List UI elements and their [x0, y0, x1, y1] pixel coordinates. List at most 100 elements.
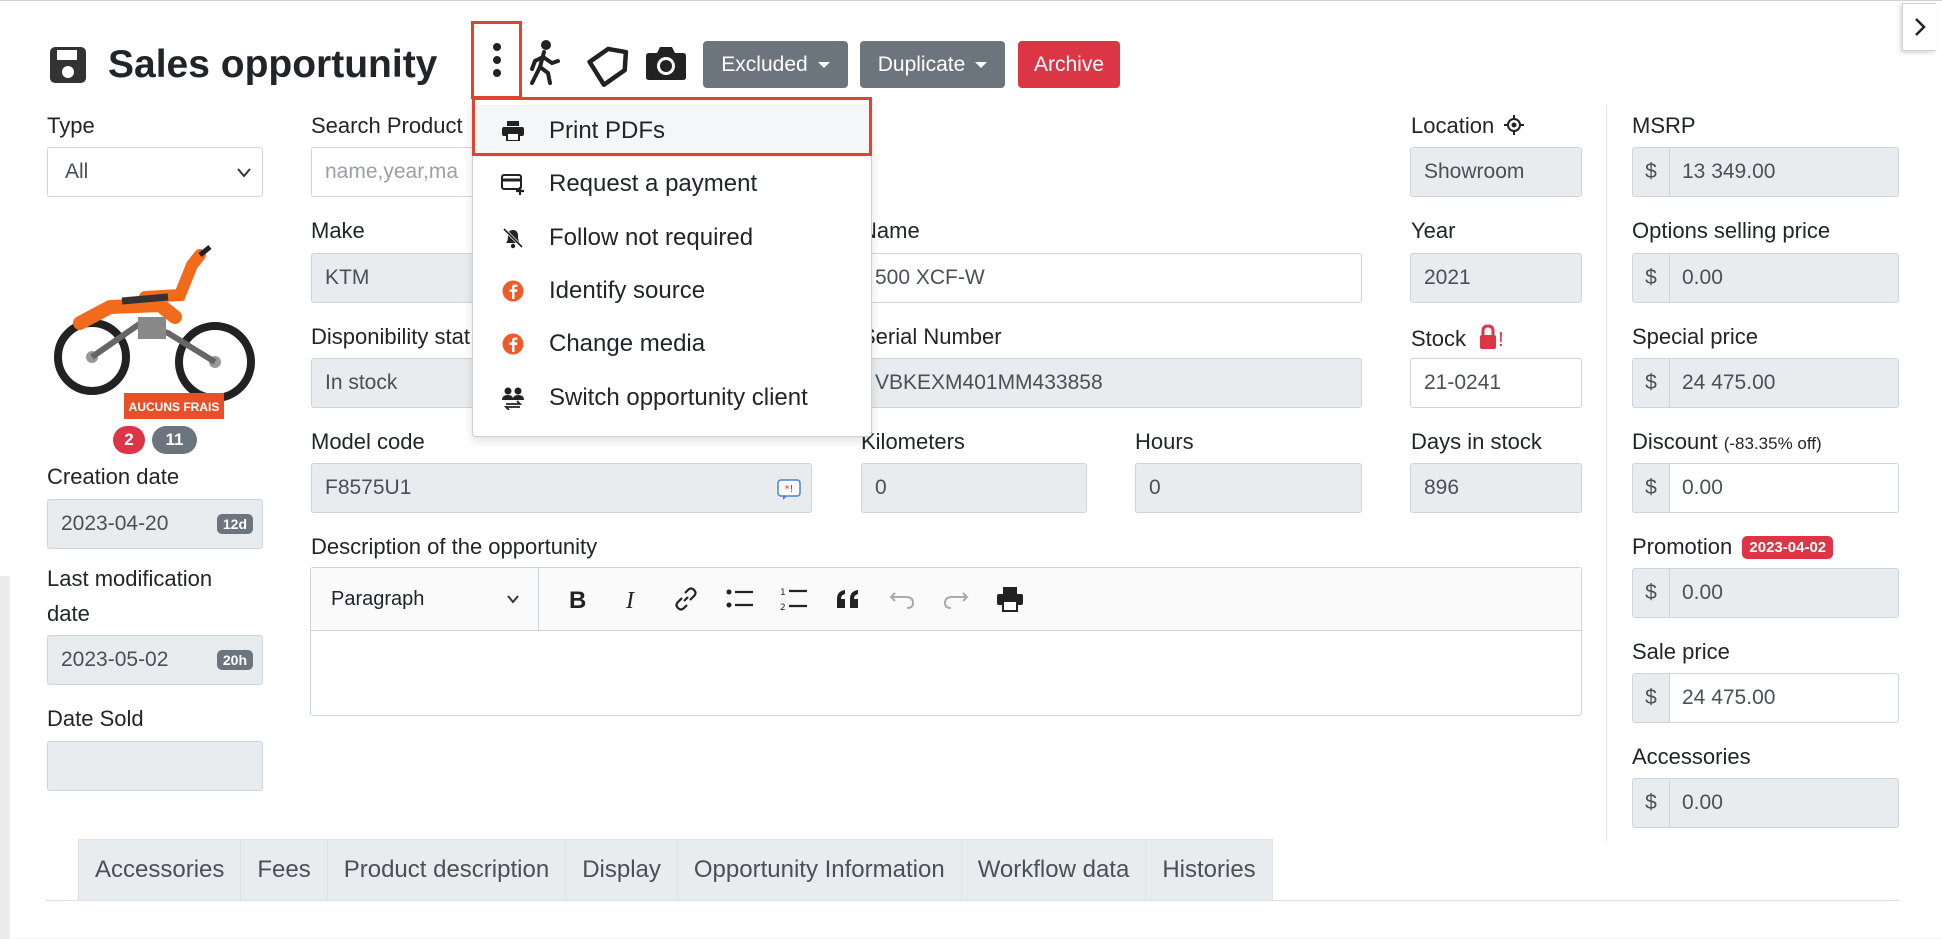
- stock-label: Stock !: [1411, 324, 1504, 352]
- editor-tools: B I 12: [551, 568, 1037, 630]
- promotion-label: Promotion 2023-04-02: [1632, 534, 1834, 560]
- discount-label: Discount (-83.35% off): [1632, 429, 1822, 455]
- location-field: Showroom: [1410, 147, 1582, 197]
- page-title: Sales opportunity: [108, 43, 438, 86]
- year-field: 2021: [1410, 253, 1582, 303]
- svg-text:2: 2: [780, 603, 786, 612]
- menu-item-label: Change media: [549, 330, 706, 357]
- kilometers-field: 0: [861, 463, 1087, 513]
- paragraph-style-value: Paragraph: [331, 587, 425, 610]
- discount-value[interactable]: 0.00: [1669, 463, 1899, 513]
- menu-item-label: Identify source: [549, 277, 706, 304]
- options-price-value: 0.00: [1669, 253, 1899, 303]
- make-label: Make: [311, 218, 365, 243]
- accessories-price-field: $ 0.00: [1632, 778, 1899, 828]
- camera-icon[interactable]: [645, 45, 687, 81]
- special-price-field: $ 24 475.00: [1632, 358, 1899, 408]
- name-field[interactable]: 500 XCF-W: [861, 253, 1362, 303]
- promotion-field: $ 0.00: [1632, 568, 1899, 618]
- menu-item-request-payment[interactable]: Request a payment: [473, 158, 871, 210]
- disponibility-label: Disponibility stat: [311, 324, 470, 349]
- tab-product-description[interactable]: Product description: [326, 839, 566, 901]
- column-divider: [1606, 105, 1607, 841]
- tab-fees[interactable]: Fees: [240, 839, 327, 901]
- walking-icon[interactable]: [526, 39, 562, 85]
- msrp-label: MSRP: [1632, 113, 1696, 138]
- discount-field[interactable]: $ 0.00: [1632, 463, 1899, 513]
- type-label: Type: [47, 113, 95, 138]
- serial-number-label: Serial Number: [861, 324, 1002, 349]
- days-in-stock-field: 896: [1410, 463, 1582, 513]
- stock-field[interactable]: 21-0241: [1410, 358, 1582, 408]
- tab-opportunity-information[interactable]: Opportunity Information: [676, 839, 961, 901]
- tab-display[interactable]: Display: [565, 839, 677, 901]
- accessories-price-label: Accessories: [1632, 744, 1751, 769]
- creation-date-field: 2023-04-20 12d: [47, 499, 263, 549]
- save-icon[interactable]: [48, 45, 88, 85]
- page-header: Sales opportunity: [48, 31, 437, 99]
- sale-price-value[interactable]: 24 475.00: [1669, 673, 1899, 723]
- bold-icon[interactable]: B: [551, 587, 605, 611]
- date-sold-field[interactable]: [47, 741, 263, 791]
- duplicate-label: Duplicate: [877, 52, 966, 76]
- facebook-icon: [502, 280, 524, 302]
- currency-prefix: $: [1632, 463, 1669, 513]
- numbered-list-icon[interactable]: 12: [767, 586, 821, 612]
- lock-icon[interactable]: [1478, 324, 1498, 350]
- sale-price-field[interactable]: $ 24 475.00: [1632, 673, 1899, 723]
- special-price-value: 24 475.00: [1669, 358, 1899, 408]
- archive-button[interactable]: Archive: [1018, 41, 1120, 88]
- accessories-price-value: 0.00: [1669, 778, 1899, 828]
- special-comment-icon[interactable]: *!: [777, 479, 801, 501]
- model-code-value: F8575U1: [325, 476, 412, 499]
- menu-item-identify-source[interactable]: Identify source: [473, 265, 871, 317]
- menu-item-switch-client[interactable]: Switch opportunity client: [473, 372, 871, 424]
- tag-icon[interactable]: [585, 45, 629, 89]
- undo-icon[interactable]: [875, 589, 929, 609]
- hours-label: Hours: [1135, 429, 1194, 454]
- search-placeholder: name,year,ma: [325, 160, 459, 183]
- chevron-right-icon: [1914, 18, 1926, 36]
- page: Sales opportunity Excluded Duplicate Arc…: [0, 0, 1942, 939]
- sale-price-label: Sale price: [1632, 639, 1730, 664]
- svg-text:I: I: [625, 588, 635, 611]
- blockquote-icon[interactable]: [821, 588, 875, 610]
- caret-down-icon: [817, 61, 830, 68]
- tab-workflow-data[interactable]: Workflow data: [960, 839, 1146, 901]
- search-product-label: Search Product: [311, 113, 463, 138]
- caret-down-icon: [975, 61, 988, 68]
- bullet-list-icon[interactable]: [713, 588, 767, 610]
- redo-icon[interactable]: [929, 589, 983, 609]
- locate-icon[interactable]: [1504, 115, 1525, 135]
- menu-item-highlight: [472, 97, 872, 156]
- print-icon[interactable]: [983, 586, 1037, 612]
- description-label: Description of the opportunity: [311, 534, 598, 559]
- paragraph-style-select[interactable]: Paragraph: [311, 568, 539, 630]
- svg-text:B: B: [569, 587, 586, 611]
- tab-accessories[interactable]: Accessories: [78, 839, 241, 901]
- italic-icon[interactable]: I: [605, 587, 659, 611]
- days-in-stock-label: Days in stock: [1411, 429, 1542, 454]
- type-select[interactable]: All: [47, 147, 263, 197]
- menu-item-change-media[interactable]: Change media: [473, 318, 871, 370]
- link-icon[interactable]: [659, 586, 713, 612]
- tab-histories[interactable]: Histories: [1145, 839, 1273, 901]
- bell-slash-icon: [502, 227, 524, 249]
- excluded-dropdown-button[interactable]: Excluded: [703, 41, 848, 88]
- currency-prefix: $: [1632, 253, 1669, 303]
- svg-text:1: 1: [780, 588, 786, 598]
- more-actions-button[interactable]: [471, 21, 522, 99]
- lastmod-date-field: 2023-05-02 20h: [47, 635, 263, 685]
- hours-field: 0: [1135, 463, 1362, 513]
- kebab-menu-icon: [492, 43, 501, 77]
- menu-item-follow-not-required[interactable]: Follow not required: [473, 212, 871, 264]
- collapse-panel-button[interactable]: [1902, 3, 1936, 51]
- duplicate-dropdown-button[interactable]: Duplicate: [860, 41, 1005, 88]
- chevron-down-icon: [237, 168, 251, 178]
- users-swap-icon: [502, 387, 524, 410]
- left-strip: [0, 576, 10, 939]
- creation-date-label: Creation date: [47, 464, 180, 489]
- moto-banner-text: AUCUNS FRAIS: [129, 400, 220, 414]
- grey-count-badge: 11: [152, 426, 197, 454]
- options-price-label: Options selling price: [1632, 218, 1831, 243]
